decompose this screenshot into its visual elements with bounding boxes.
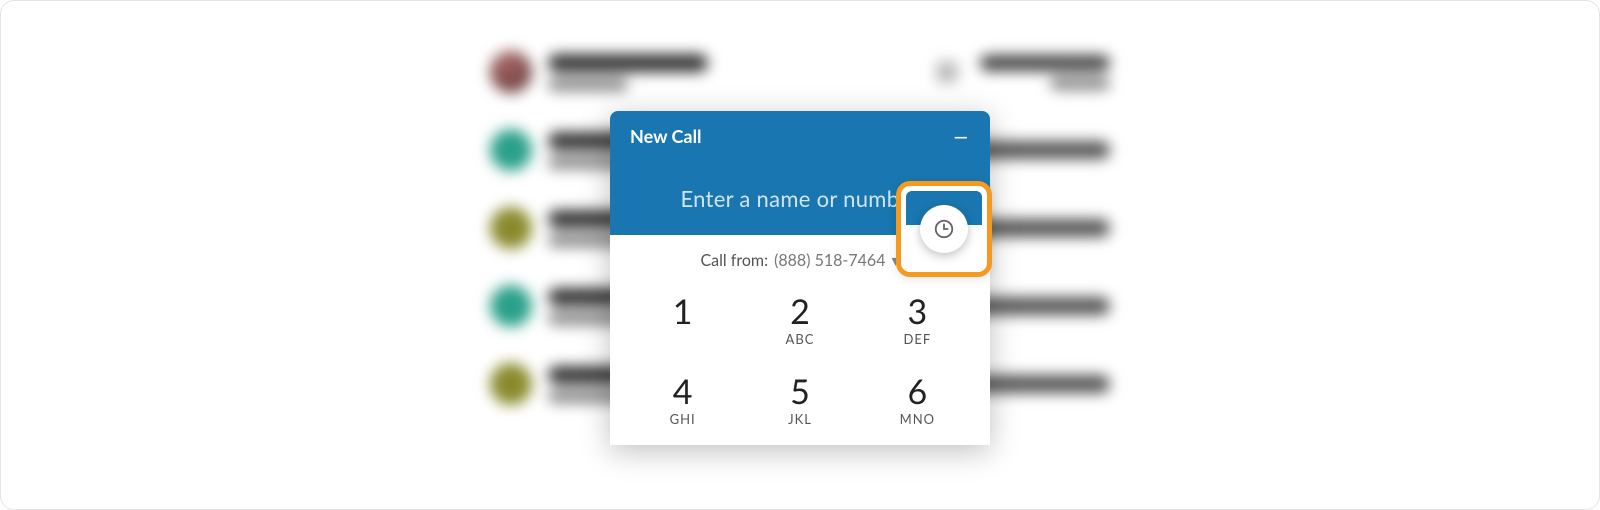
call-from-label: Call from: (700, 251, 768, 270)
keypad-key-4[interactable]: 4GHI (624, 365, 741, 445)
keypad-key-2[interactable]: 2ABC (741, 285, 858, 365)
dial-keypad: 1 2ABC 3DEF 4GHI 5JKL 6MNO (610, 285, 990, 445)
keypad-key-5[interactable]: 5JKL (741, 365, 858, 445)
clock-icon (933, 218, 955, 240)
panel-title: New Call (630, 125, 702, 147)
call-from-number: (888) 518-7464 (774, 251, 885, 270)
keypad-key-1[interactable]: 1 (624, 285, 741, 365)
panel-header: New Call — (610, 111, 990, 161)
keypad-key-3[interactable]: 3DEF (859, 285, 976, 365)
call-history-button[interactable] (920, 205, 968, 253)
dial-input-placeholder: Enter a name or number (680, 185, 919, 212)
new-call-panel: New Call — Enter a name or number Call f… (610, 111, 990, 445)
app-frame: New Call — Enter a name or number Call f… (0, 0, 1600, 510)
call-history-button-highlight (896, 181, 992, 277)
keypad-key-6[interactable]: 6MNO (859, 365, 976, 445)
minimize-button[interactable]: — (950, 119, 972, 153)
